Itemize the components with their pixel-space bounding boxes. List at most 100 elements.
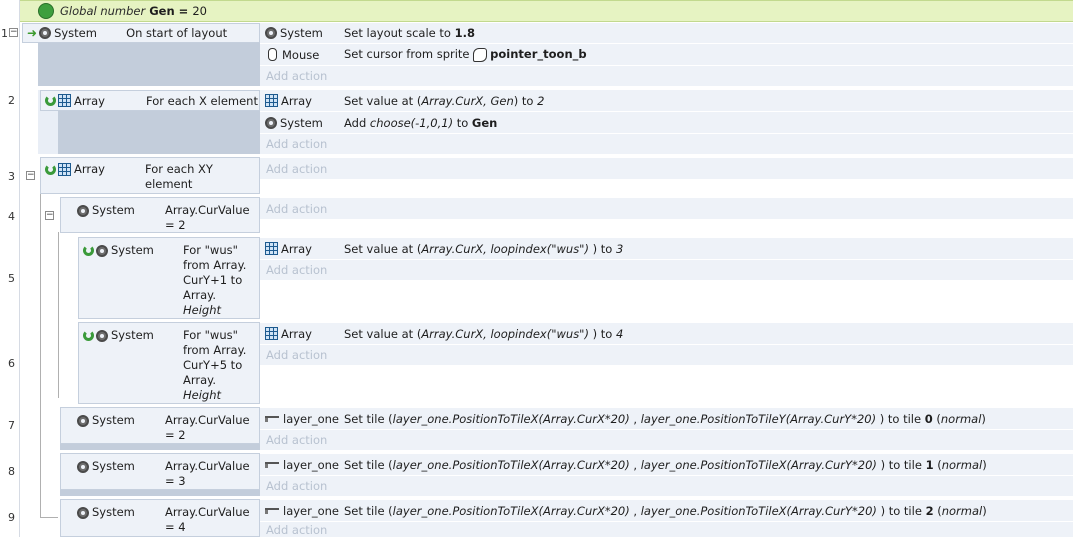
array-icon xyxy=(265,242,278,255)
condition[interactable]: Array For each XY element xyxy=(40,157,260,194)
variable-value: 20 xyxy=(192,4,207,18)
event-number: 3 xyxy=(8,170,15,183)
gear-icon xyxy=(77,460,89,473)
action-row[interactable]: System Set layout scale to 1.8 xyxy=(260,23,1073,43)
condition-object: Array xyxy=(74,162,105,176)
global-variable-row[interactable]: Global number Gen = 20 xyxy=(20,0,1073,22)
action-object: layer_one xyxy=(283,411,340,426)
event-number: 2 xyxy=(8,94,15,107)
loop-icon xyxy=(45,164,56,175)
condition[interactable]: System Array.CurValue = 2 xyxy=(60,407,260,444)
condition[interactable]: ➜ System On start of layout xyxy=(22,23,260,43)
condition-text-cont: Array. xyxy=(183,373,216,387)
condition[interactable]: Array For each X element xyxy=(40,90,260,111)
condition-text: Array.CurValue xyxy=(165,459,250,473)
gear-icon xyxy=(96,329,108,342)
variable-kind: Global number xyxy=(60,4,146,18)
action-text: Set tile (layer_one.PositionToTileX(Arra… xyxy=(344,411,986,426)
action-text: Set layout scale to 1.8 xyxy=(344,26,475,40)
globe-icon xyxy=(38,3,54,19)
add-action-link[interactable]: Add action xyxy=(260,522,1073,537)
condition-object: System xyxy=(111,243,154,257)
add-action-link[interactable]: Add action xyxy=(260,198,1073,219)
action-text: Set cursor from sprite pointer_toon_b xyxy=(344,47,587,62)
variable-name: Gen xyxy=(149,4,175,18)
tilemap-icon xyxy=(265,507,279,514)
gear-icon xyxy=(77,506,89,519)
condition-text: For each XY xyxy=(145,162,213,176)
loop-icon xyxy=(83,330,94,341)
action-row[interactable]: Array Set value at (Array.CurX, Gen) to … xyxy=(260,90,1073,111)
action-text: Add choose(-1,0,1) to Gen xyxy=(344,115,498,130)
action-text: Set value at (Array.CurX, loopindex("wus… xyxy=(344,326,624,341)
array-icon xyxy=(265,94,278,107)
condition-text-cont: from Array. xyxy=(183,258,247,272)
condition-text: Array.CurValue xyxy=(165,505,250,519)
action-object: layer_one xyxy=(283,457,340,472)
condition-text-cont: = 2 xyxy=(165,428,186,442)
condition-text-cont: = 2 xyxy=(165,218,186,232)
gear-icon xyxy=(265,27,277,39)
action-row[interactable]: Array Set value at (Array.CurX, loopinde… xyxy=(260,238,1073,259)
condition[interactable]: System For "wus" from Array. CurY+5 to A… xyxy=(78,322,260,404)
condition-area[interactable] xyxy=(38,43,260,86)
condition-text-cont: CurY+5 to xyxy=(183,358,243,372)
action-text: Set tile (layer_one.PositionToTileX(Arra… xyxy=(344,457,987,472)
condition-object: System xyxy=(92,505,135,519)
tilemap-icon xyxy=(265,461,279,468)
event-number: 8 xyxy=(8,465,15,478)
tilemap-icon xyxy=(265,415,279,422)
add-action-link[interactable]: Add action xyxy=(260,430,1073,450)
action-object: System xyxy=(280,115,323,130)
condition-text: Array.CurValue xyxy=(165,203,250,217)
loop-icon xyxy=(83,245,94,256)
action-row[interactable]: layer_one Set tile (layer_one.PositionTo… xyxy=(260,454,1073,475)
collapse-toggle[interactable]: − xyxy=(45,211,54,220)
condition-text-cont: from Array. xyxy=(183,343,247,357)
condition[interactable]: System Array.CurValue = 2 xyxy=(60,197,260,233)
event-number: 1 xyxy=(1,27,8,40)
collapse-toggle[interactable]: − xyxy=(26,171,35,180)
add-action-link[interactable]: Add action xyxy=(260,476,1073,496)
event-number: 6 xyxy=(8,357,15,370)
add-action-link[interactable]: Add action xyxy=(260,158,1073,179)
condition-text-cont: element xyxy=(145,177,193,191)
condition[interactable]: System Array.CurValue = 3 xyxy=(60,453,260,490)
condition-area[interactable] xyxy=(60,490,260,496)
add-action-link[interactable]: Add action xyxy=(260,260,1073,280)
action-text: Set value at (Array.CurX, Gen) to 2 xyxy=(344,93,545,108)
condition-area[interactable] xyxy=(58,111,260,154)
condition-text-cont: CurY+1 to xyxy=(183,273,243,287)
add-action-link[interactable]: Add action xyxy=(260,66,1073,86)
action-row[interactable]: Array Set value at (Array.CurX, loopinde… xyxy=(260,323,1073,344)
action-object: Mouse xyxy=(282,47,320,62)
condition[interactable]: System For "wus" from Array. CurY+1 to A… xyxy=(78,237,260,319)
gear-icon xyxy=(77,204,89,217)
condition-area[interactable] xyxy=(60,444,260,450)
action-object: Array xyxy=(281,326,312,341)
line-number-gutter xyxy=(0,0,20,537)
variable-op: = xyxy=(178,4,189,18)
gear-icon xyxy=(77,414,89,427)
add-action-link[interactable]: Add action xyxy=(260,345,1073,365)
add-action-link[interactable]: Add action xyxy=(260,134,1073,154)
event-number: 7 xyxy=(8,419,15,432)
action-row[interactable]: Mouse Set cursor from sprite pointer_too… xyxy=(260,44,1073,65)
array-icon xyxy=(265,327,278,340)
action-row[interactable]: layer_one Set tile (layer_one.PositionTo… xyxy=(260,500,1073,521)
action-object: System xyxy=(280,26,323,40)
condition-text: For "wus" xyxy=(183,328,238,342)
event-number: 5 xyxy=(8,272,15,285)
condition-object: System xyxy=(111,328,154,342)
action-row[interactable]: System Add choose(-1,0,1) to Gen xyxy=(260,112,1073,133)
action-text: Set tile (layer_one.PositionToTileX(Arra… xyxy=(344,503,987,518)
condition-object: System xyxy=(92,413,135,427)
action-row[interactable]: layer_one Set tile (layer_one.PositionTo… xyxy=(260,408,1073,429)
condition-text: For "wus" xyxy=(183,243,238,257)
collapse-toggle[interactable]: − xyxy=(9,28,18,37)
array-icon xyxy=(58,163,71,176)
condition-text: Array.CurValue xyxy=(165,413,250,427)
condition[interactable]: System Array.CurValue = 4 xyxy=(60,499,260,537)
tree-line xyxy=(58,232,59,398)
trigger-arrow-icon: ➜ xyxy=(27,26,38,40)
